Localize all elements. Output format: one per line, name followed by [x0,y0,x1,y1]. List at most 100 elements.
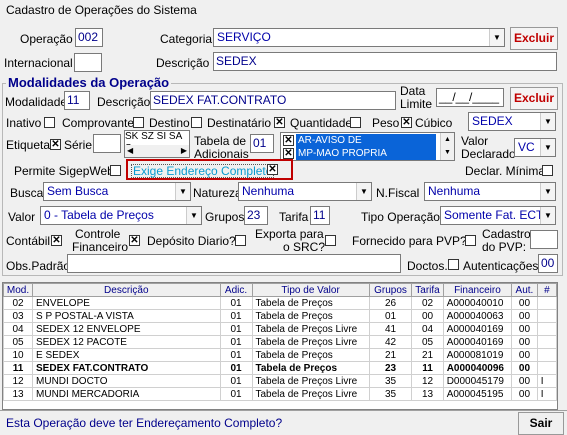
etiqueta-checkbox[interactable]: ✕ [50,139,61,150]
natureza-select[interactable]: Nenhuma ▼ [238,182,372,201]
mod-descricao-input[interactable]: SEDEX FAT.CONTRATO [150,91,396,110]
tipo-operacao-select[interactable]: Somente Fat. ECT ▼ [440,206,556,225]
destinatario-checkbox[interactable]: ✕ [274,117,285,128]
peso-label: Peso [372,116,400,130]
permite-sigepweb-checkbox[interactable] [110,165,121,176]
table-cell: Tabela de Preços [251,348,370,362]
table-cell: 02 [411,296,444,310]
destino-checkbox[interactable] [191,117,202,128]
peso-unit-select[interactable]: SEDEX ▼ [468,112,556,131]
comprovante-checkbox[interactable] [133,117,144,128]
autenticacoes-input[interactable]: 00 [538,254,558,273]
grupos-input[interactable]: 23 [244,206,268,225]
grid-header-cell[interactable]: Adic. [219,283,253,297]
serie-list[interactable]: SK SZ SI SA S ◀▶ [124,130,190,158]
grid-header-cell[interactable]: Mod. [3,283,34,297]
descricao-input[interactable]: SEDEX [213,52,557,71]
grid-header-cell[interactable]: Tipo de Valor [251,283,370,297]
table-cell: 00 [511,322,538,336]
serie-label: Série [64,138,93,152]
serie-list-scrollbar[interactable]: ◀ ▶ [125,145,189,157]
doctos-checkbox[interactable] [448,259,459,270]
table-cell: A000040063 [442,309,513,323]
chevron-down-icon: ▼ [175,183,190,200]
table-row[interactable]: 04 SEDEX 12 ENVELOPE 01 Tabela de Preços Li… [3,322,557,336]
grid-header-cell[interactable]: Descrição [32,283,221,297]
valor-select[interactable]: 0 - Tabela de Preços ▼ [40,206,202,225]
declar-minima-checkbox[interactable] [542,165,553,176]
table-cell: I [536,387,557,401]
tarifa-input[interactable]: 11 [310,206,330,225]
controle-financeiro-label-1: Controle [75,227,121,241]
table-cell: 12 [3,374,34,388]
quantidade-checkbox[interactable] [350,117,361,128]
table-cell: SEDEX 12 ENVELOPE [32,322,221,336]
autenticacoes-label: Autenticações [463,259,539,273]
table-cell: 13 [411,387,444,401]
modalidades-title: Modalidades da Operação [6,75,172,90]
data-limite-input[interactable]: __/__/____ [436,88,504,107]
valor-value: 0 - Tabela de Preços [44,208,154,222]
serie-input[interactable] [93,134,121,153]
table-cell: SEDEX FAT.CONTRATO [32,361,221,375]
grid-header-cell[interactable]: Tarifa [411,283,444,297]
excluir-modalidade-button[interactable]: Excluir [510,87,558,110]
contabil-label: Contábil [6,234,51,248]
table-row[interactable]: 11 SEDEX FAT.CONTRATO 01 Tabela de Preços 23… [3,361,557,375]
nfiscal-select[interactable]: Nenhuma ▼ [424,182,556,201]
obs-padrao-input[interactable] [67,254,401,273]
exige-endereco-checkbox[interactable]: ✕ [267,164,278,175]
cadastro-pvp-input[interactable] [530,230,558,249]
adicionais-list[interactable]: ✕ AR-AVISO DE RECEBIMENTO ✕ MP-MAO PROPR… [280,132,455,161]
valor-declarado-label-1: Valor [461,134,489,148]
adicional-ar-checkbox[interactable]: ✕ [283,135,294,146]
exporta-src-checkbox[interactable] [325,235,336,246]
tabela-adicionais-input[interactable]: 01 [250,134,274,153]
valor-declarado-select[interactable]: VC ▼ [514,138,556,157]
deposito-diario-checkbox[interactable] [235,235,246,246]
grid-header-cell[interactable]: Financeiro [442,283,513,297]
cubico-label: Cúbico [415,116,453,130]
controle-financeiro-checkbox[interactable]: ✕ [129,235,140,246]
table-cell: A000040096 [442,361,513,375]
fornecido-pvp-checkbox[interactable] [465,235,476,246]
table-row[interactable]: 03 S P POSTAL-A VISTA 01 Tabela de Preços 01… [3,309,557,323]
adicional-mp-item[interactable]: MP-MAO PROPRIA [296,147,436,160]
table-cell: A000081019 [442,348,513,362]
adicional-mp-checkbox[interactable]: ✕ [283,148,294,159]
table-row[interactable]: 12 MUNDI DOCTO 01 Tabela de Preços Livre 35 1… [3,374,557,388]
table-cell [536,348,557,362]
internacional-input[interactable] [74,53,102,72]
table-row[interactable]: 13 MUNDI MERCADORIA 01 Tabela de Preços Liv… [3,387,557,401]
chevron-down-icon: ▼ [356,183,371,200]
table-cell: 01 [219,309,253,323]
grid-header-cell[interactable]: Grupos [368,283,413,297]
busca-select[interactable]: Sem Busca ▼ [43,182,191,201]
table-cell: 23 [368,361,413,375]
contabil-checkbox[interactable]: ✕ [51,235,62,246]
table-cell: Tabela de Preços Livre [251,322,370,336]
table-cell: Tabela de Preços [251,361,370,375]
table-cell: A000040169 [442,322,513,336]
operacao-input[interactable]: 002 [75,28,103,47]
internacional-label: Internacional [4,56,73,70]
categoria-select[interactable]: SERVIÇO ▼ [213,28,505,47]
table-row[interactable]: 10 E SEDEX 01 Tabela de Preços 21 21 A00008101… [3,348,557,362]
modalidade-input[interactable]: 11 [64,91,90,110]
excluir-operacao-button[interactable]: Excluir [510,27,558,50]
sair-button[interactable]: Sair [518,412,564,435]
modalidades-grid[interactable]: Mod. Descrição Adic. Tipo de Valor Grupos Tar… [2,282,558,410]
inativo-checkbox[interactable] [44,117,55,128]
table-cell: S P POSTAL-A VISTA [32,309,221,323]
table-row[interactable]: 05 SEDEX 12 PACOTE 01 Tabela de Preços Livr… [3,335,557,349]
table-cell: 11 [411,361,444,375]
grid-header-cell[interactable]: # [536,283,557,297]
tipo-operacao-value: Somente Fat. ECT [444,208,544,222]
grid-header-cell[interactable]: Aut. [511,283,538,297]
table-row[interactable]: 02 ENVELOPE 01 Tabela de Preços 26 02 A0000400… [3,296,557,310]
operacao-label: Operação [20,32,73,46]
adicional-ar-item[interactable]: AR-AVISO DE RECEBIMENTO [296,134,436,159]
adicionais-scrollbar[interactable]: ▲ ▼ [440,133,454,160]
peso-checkbox[interactable]: ✕ [401,117,412,128]
table-cell: 13 [3,387,34,401]
